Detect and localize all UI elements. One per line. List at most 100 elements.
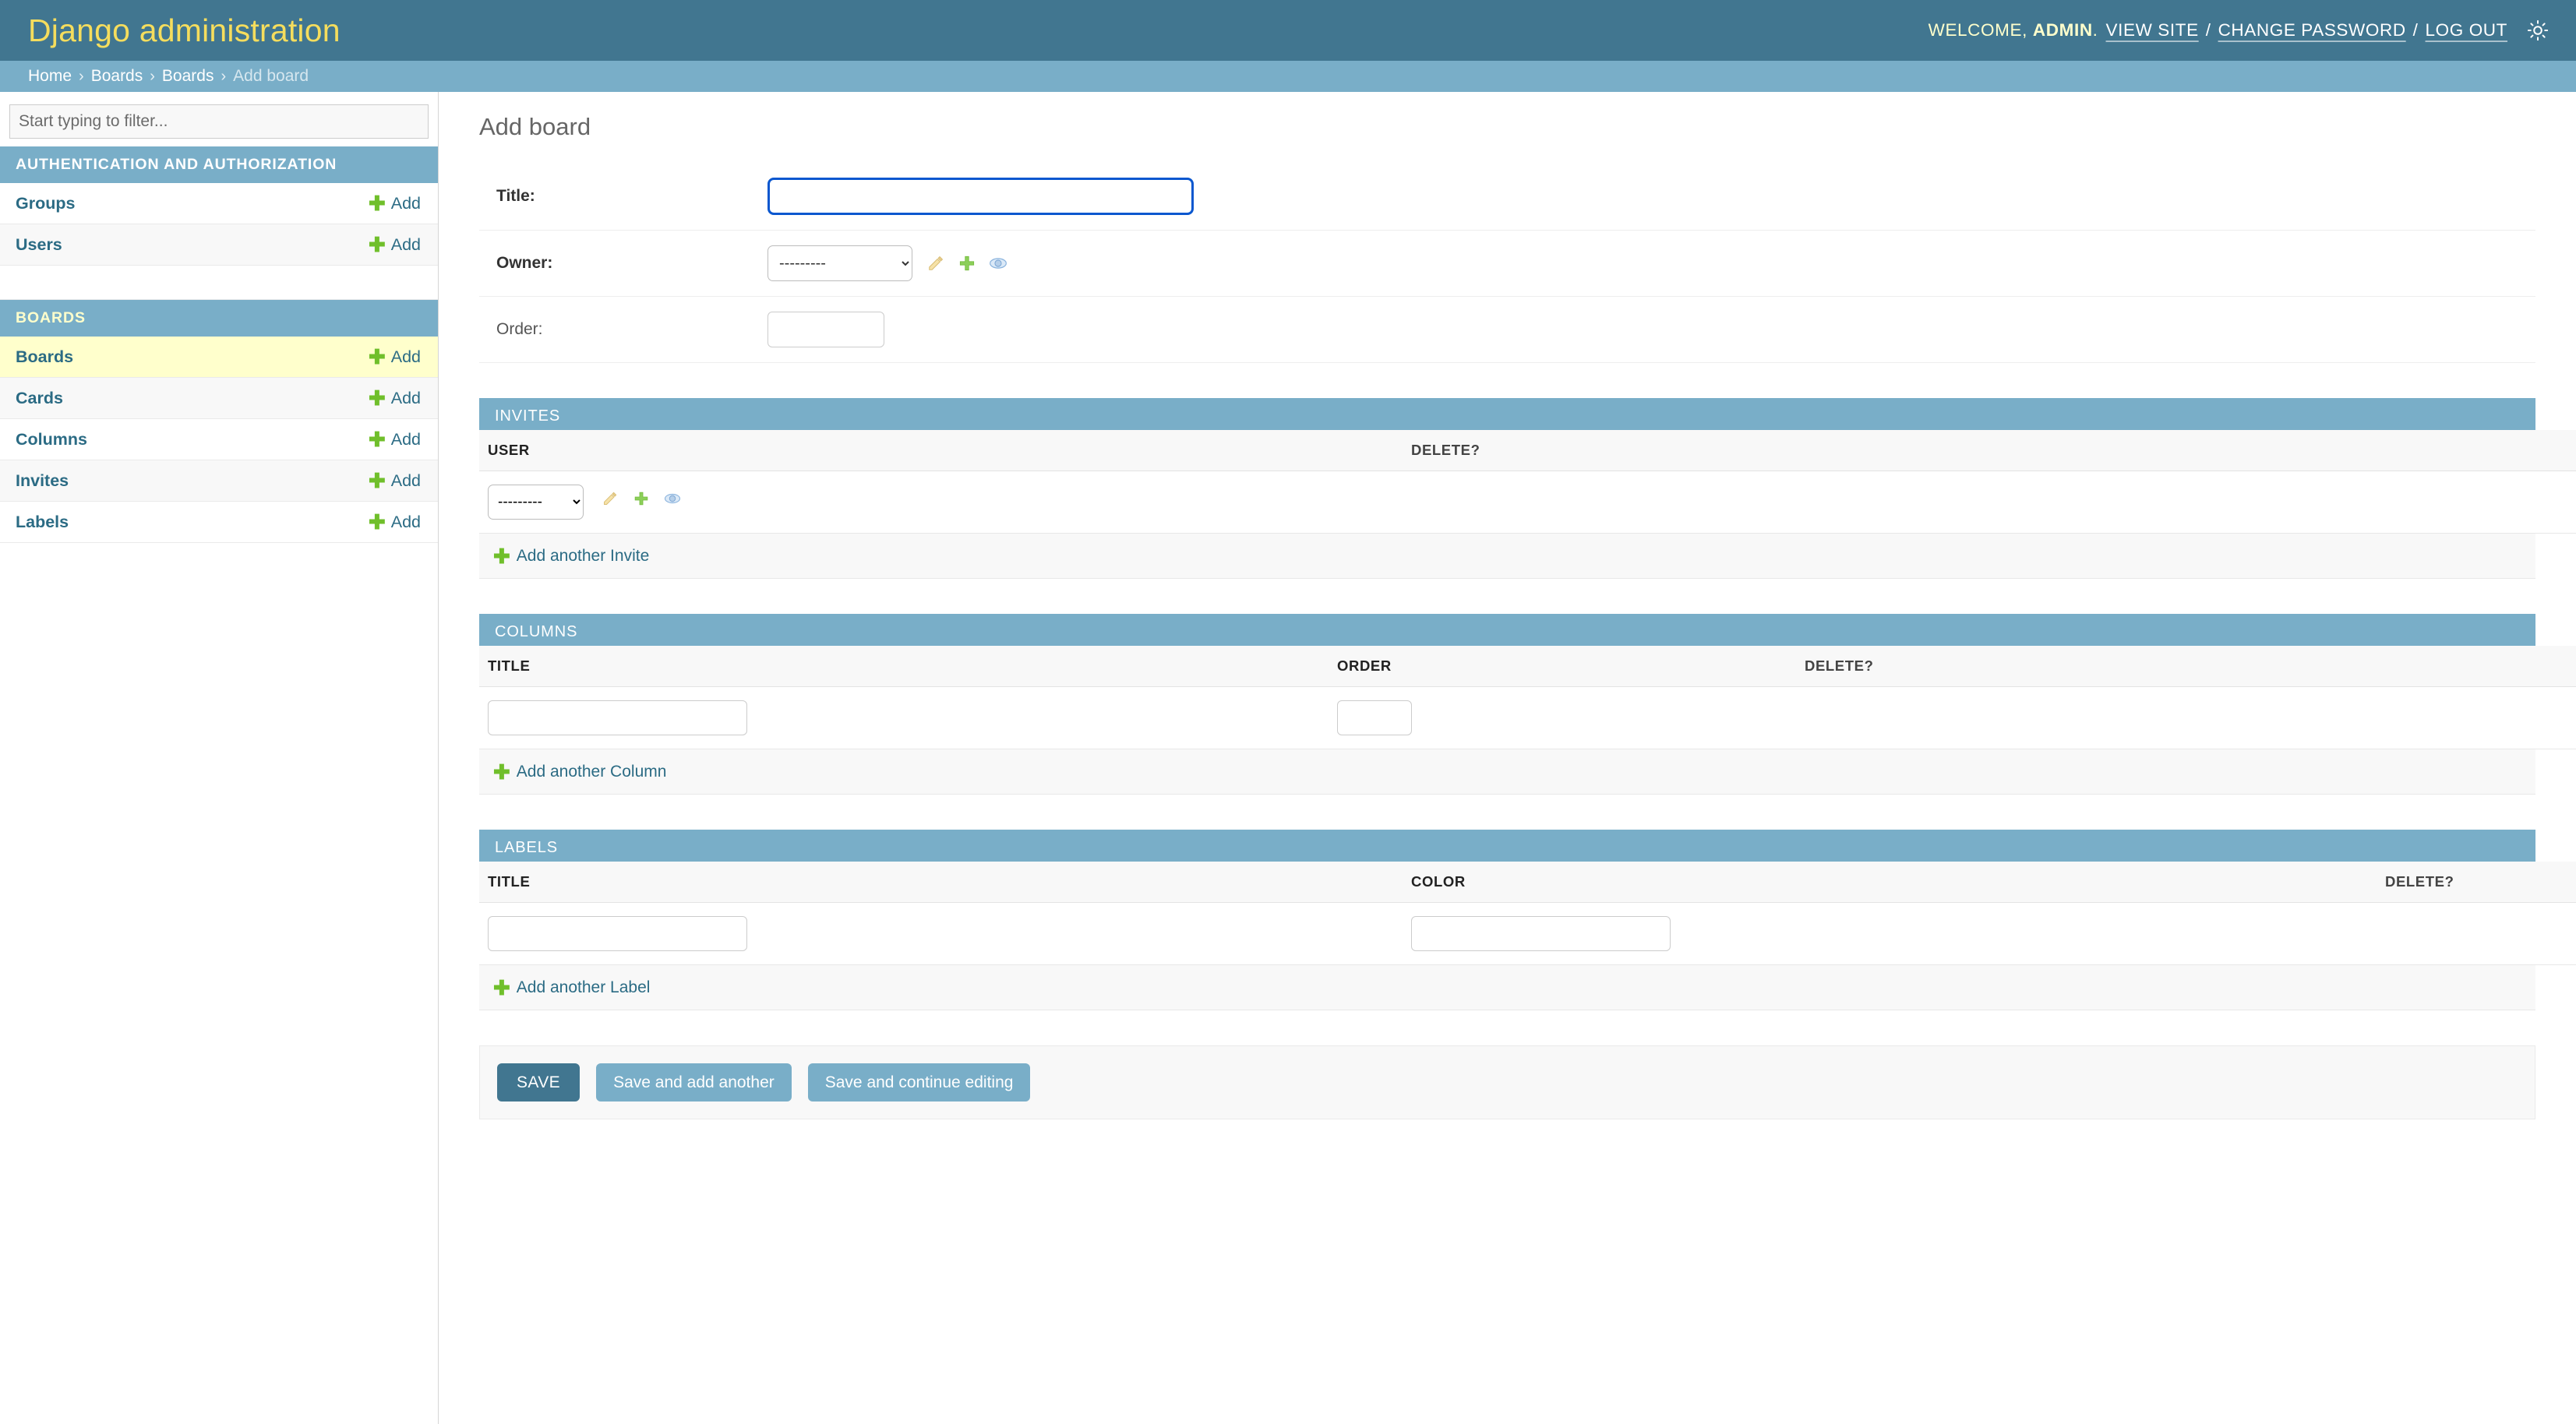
sidebar-link-columns[interactable]: Columns (16, 430, 87, 449)
label-title-input[interactable] (488, 916, 747, 951)
inline-heading-columns: COLUMNS (479, 614, 2535, 646)
label-owner: Owner: (496, 254, 553, 272)
column-header-delete: DELETE? (1403, 430, 2228, 471)
add-another-invite-link[interactable]: ✚ Add another Invite (493, 546, 649, 566)
sidebar-link-users[interactable]: Users (16, 235, 62, 255)
plus-icon[interactable] (958, 254, 976, 273)
cell-column-delete (2228, 686, 2576, 749)
column-header-delete: DELETE? (2377, 862, 2576, 903)
inline-group-columns: COLUMNS TITLE ORDER DELETE? ✚ Add anothe… (479, 614, 2576, 795)
breadcrumb-model[interactable]: Boards (162, 67, 214, 86)
sidebar-add-labels[interactable]: ✚ Add (369, 512, 421, 532)
sidebar-add-boards-label: Add (390, 347, 421, 366)
inline-heading-invites: INVITES (479, 398, 2535, 430)
sidebar-item-users[interactable]: Users ✚ Add (0, 224, 438, 266)
inline-group-invites: INVITES USER DELETE? --------- ✚ Add ano… (479, 398, 2576, 579)
sidebar-app-caption-auth[interactable]: AUTHENTICATION AND AUTHORIZATION (0, 146, 438, 183)
breadcrumb-home[interactable]: Home (28, 67, 72, 86)
sidebar-link-cards[interactable]: Cards (16, 389, 63, 408)
breadcrumb-arrow-1: › (79, 67, 84, 85)
save-and-continue-button[interactable]: Save and continue editing (807, 1063, 1031, 1101)
sidebar-add-groups-label: Add (390, 193, 421, 213)
tools-separator-1: / (2205, 20, 2211, 40)
cell-invite-user: --------- (479, 471, 1403, 534)
sidebar-add-cards[interactable]: ✚ Add (369, 388, 421, 408)
table-header-row: TITLE ORDER DELETE? (479, 646, 2576, 687)
sidebar-app-caption-boards[interactable]: BOARDS (0, 300, 438, 337)
cell-label-color (1403, 902, 2377, 965)
cell-column-order (1329, 686, 1796, 749)
eye-icon[interactable] (663, 489, 682, 508)
sidebar-item-columns[interactable]: Columns ✚ Add (0, 419, 438, 460)
save-button[interactable]: SAVE (497, 1063, 580, 1101)
form-row-order: Order: (479, 297, 2535, 363)
add-another-column-link[interactable]: ✚ Add another Column (493, 762, 666, 782)
cell-column-title (479, 686, 1329, 749)
cell-invite-delete-empty (1403, 471, 2228, 534)
board-form: Title: Owner: --------- Order: INVITES U… (479, 163, 2576, 1119)
sidebar-item-cards[interactable]: Cards ✚ Add (0, 378, 438, 419)
inline-table-labels: TITLE COLOR DELETE? (479, 862, 2576, 965)
inline-table-invites: USER DELETE? --------- (479, 430, 2576, 534)
label-color-input[interactable] (1411, 916, 1671, 951)
plus-icon: ✚ (493, 545, 510, 568)
view-site-link[interactable]: VIEW SITE (2106, 20, 2199, 41)
breadcrumb-current: Add board (233, 67, 309, 85)
sidebar-item-labels[interactable]: Labels ✚ Add (0, 502, 438, 543)
sidebar-add-groups[interactable]: ✚ Add (369, 193, 421, 213)
sidebar-item-boards[interactable]: Boards ✚ Add (0, 337, 438, 378)
order-input[interactable] (768, 312, 884, 347)
log-out-link[interactable]: LOG OUT (2426, 20, 2507, 41)
sidebar-add-boards[interactable]: ✚ Add (369, 347, 421, 367)
sidebar-add-columns[interactable]: ✚ Add (369, 429, 421, 449)
add-another-label-link[interactable]: ✚ Add another Label (493, 978, 650, 998)
table-row: --------- (479, 471, 2576, 534)
invite-user-select[interactable]: --------- (488, 485, 584, 520)
plus-icon: ✚ (368, 510, 386, 534)
submit-row: SAVE Save and add another Save and conti… (479, 1045, 2535, 1119)
table-row (479, 686, 2576, 749)
column-header-delete: DELETE? (1796, 646, 2228, 687)
column-header-user: USER (479, 430, 1403, 471)
branding: Django administration (28, 14, 341, 47)
nav-filter-input[interactable] (9, 104, 429, 139)
sidebar-add-users[interactable]: ✚ Add (369, 234, 421, 255)
save-and-add-another-button[interactable]: Save and add another (596, 1063, 792, 1101)
sidebar-item-invites[interactable]: Invites ✚ Add (0, 460, 438, 502)
plus-icon[interactable] (632, 489, 651, 508)
cell-column-delete-empty (1796, 686, 2228, 749)
plus-icon: ✚ (368, 428, 386, 451)
column-header-color: COLOR (1403, 862, 2377, 903)
add-another-column-label: Add another Column (516, 763, 667, 781)
inline-group-labels: LABELS TITLE COLOR DELETE? ✚ Add another… (479, 830, 2576, 1010)
column-header-title: TITLE (479, 646, 1329, 687)
sidebar-link-labels[interactable]: Labels (16, 513, 69, 532)
breadcrumb-arrow-3: › (221, 67, 227, 85)
pencil-icon[interactable] (601, 489, 619, 508)
table-row (479, 902, 2576, 965)
nav-sidebar: AUTHENTICATION AND AUTHORIZATION Groups … (0, 92, 439, 1424)
sidebar-link-groups[interactable]: Groups (16, 194, 75, 213)
sidebar-add-users-label: Add (390, 234, 421, 254)
column-order-input[interactable] (1337, 700, 1412, 735)
eye-icon[interactable] (989, 254, 1007, 273)
pencil-icon[interactable] (926, 254, 945, 273)
site-header: Django administration WELCOME, ADMIN . V… (0, 0, 2576, 61)
breadcrumb: Home › Boards › Boards › Add board (0, 61, 2576, 92)
sidebar-link-invites[interactable]: Invites (16, 471, 69, 491)
sidebar-item-groups[interactable]: Groups ✚ Add (0, 183, 438, 224)
column-header-title: TITLE (479, 862, 1403, 903)
sidebar-add-cards-label: Add (390, 388, 421, 407)
column-title-input[interactable] (488, 700, 747, 735)
column-header-spacer (2228, 430, 2576, 471)
title-input[interactable] (768, 178, 1194, 215)
owner-select[interactable]: --------- (768, 245, 912, 281)
sun-icon[interactable] (2526, 19, 2550, 42)
sidebar-add-labels-label: Add (390, 512, 421, 531)
form-row-owner: Owner: --------- (479, 231, 2535, 297)
breadcrumb-app[interactable]: Boards (91, 67, 143, 86)
sidebar-link-boards[interactable]: Boards (16, 347, 73, 367)
change-password-link[interactable]: CHANGE PASSWORD (2218, 20, 2406, 41)
sidebar-add-invites[interactable]: ✚ Add (369, 471, 421, 491)
welcome-dot: . (2092, 20, 2098, 40)
